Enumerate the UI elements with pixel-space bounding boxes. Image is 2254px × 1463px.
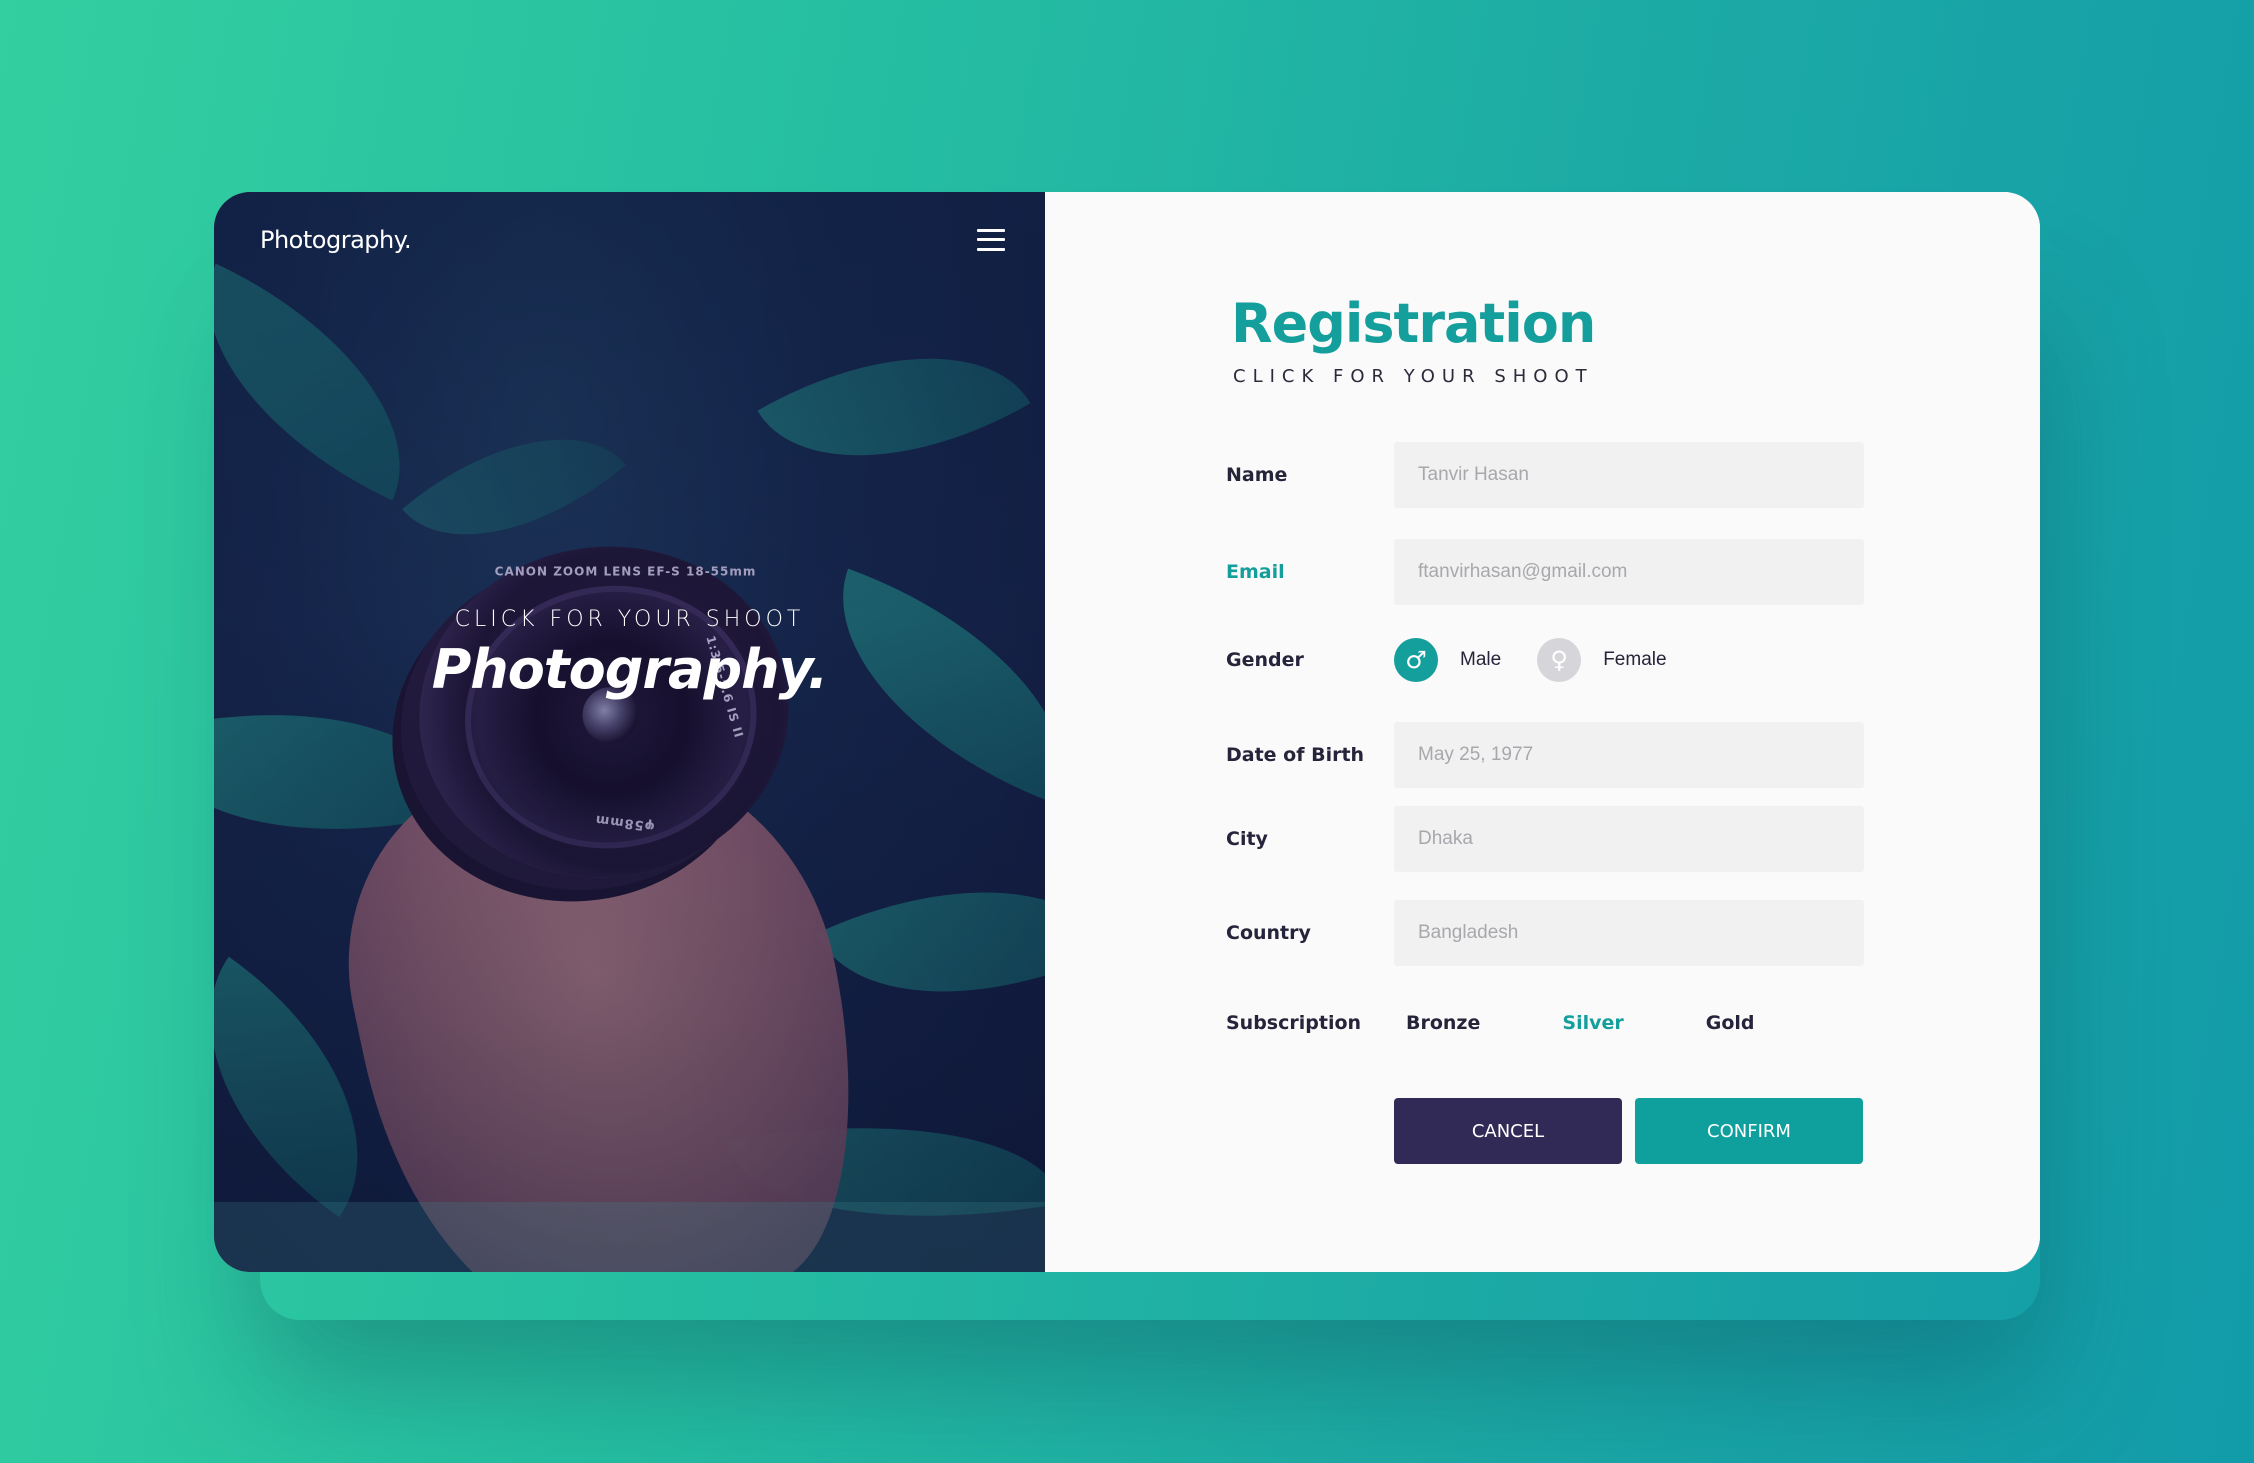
form-title: Registration bbox=[1231, 292, 1596, 355]
country-row: Country bbox=[1226, 900, 1864, 966]
form-subtitle: CLICK FOR YOUR SHOOT bbox=[1233, 366, 1594, 387]
cancel-button[interactable]: CANCEL bbox=[1394, 1098, 1622, 1164]
left-header: Photography. bbox=[214, 192, 1045, 287]
email-input[interactable] bbox=[1394, 539, 1864, 605]
button-row: CANCEL CONFIRM bbox=[1394, 1098, 1863, 1164]
photo-tint-overlay bbox=[214, 192, 1045, 1272]
gender-row: Gender ♂ Male ♀ Female bbox=[1226, 638, 1703, 682]
gender-option-label: Male bbox=[1460, 649, 1502, 670]
city-input[interactable] bbox=[1394, 806, 1864, 872]
city-row: City bbox=[1226, 806, 1864, 872]
hamburger-menu-icon[interactable] bbox=[977, 228, 1005, 251]
hamburger-line bbox=[977, 238, 1005, 241]
name-input[interactable] bbox=[1394, 442, 1864, 508]
hero-kicker: CLICK FOR YOUR SHOOT bbox=[454, 607, 805, 632]
dob-row: Date of Birth bbox=[1226, 722, 1864, 788]
gender-option-label: Female bbox=[1603, 649, 1667, 670]
country-input[interactable] bbox=[1394, 900, 1864, 966]
female-symbol-icon[interactable]: ♀ bbox=[1537, 638, 1582, 682]
photo-panel: CANON ZOOM LENS EF-S 18-55mm 1:3.5-5.6 I… bbox=[214, 192, 1045, 1272]
brand-logo[interactable]: Photography. bbox=[260, 226, 412, 254]
registration-card: CANON ZOOM LENS EF-S 18-55mm 1:3.5-5.6 I… bbox=[214, 192, 2040, 1272]
name-row: Name bbox=[1226, 442, 1864, 508]
hero-block: CLICK FOR YOUR SHOOT Photography. bbox=[214, 607, 1045, 701]
registration-form: Registration CLICK FOR YOUR SHOOT Name E… bbox=[1045, 192, 2040, 1272]
hamburger-line bbox=[977, 247, 1005, 251]
hero-title: Photography. bbox=[431, 638, 829, 701]
confirm-button[interactable]: CONFIRM bbox=[1635, 1098, 1863, 1164]
country-label: Country bbox=[1226, 922, 1311, 944]
dob-label: Date of Birth bbox=[1226, 744, 1365, 766]
gender-label: Gender bbox=[1226, 649, 1304, 671]
subscription-options: Bronze Silver Gold bbox=[1406, 1012, 1837, 1034]
dob-input[interactable] bbox=[1394, 722, 1864, 788]
subscription-label: Subscription bbox=[1226, 1012, 1362, 1034]
email-label: Email bbox=[1226, 561, 1285, 583]
email-row: Email bbox=[1226, 539, 1864, 605]
city-label: City bbox=[1226, 828, 1268, 850]
bottom-strip bbox=[214, 1202, 1045, 1272]
subscription-option-bronze[interactable]: Bronze bbox=[1406, 1012, 1480, 1034]
subscription-option-silver[interactable]: Silver bbox=[1562, 1012, 1623, 1034]
subscription-row: Subscription Bronze Silver Gold bbox=[1226, 1012, 1837, 1034]
hamburger-line bbox=[977, 228, 1005, 232]
gender-option-female[interactable]: ♀ Female bbox=[1537, 638, 1667, 682]
subscription-option-gold[interactable]: Gold bbox=[1706, 1012, 1755, 1034]
male-symbol-icon[interactable]: ♂ bbox=[1394, 638, 1438, 682]
gender-option-male[interactable]: ♂ Male bbox=[1394, 638, 1501, 682]
name-label: Name bbox=[1226, 464, 1288, 486]
